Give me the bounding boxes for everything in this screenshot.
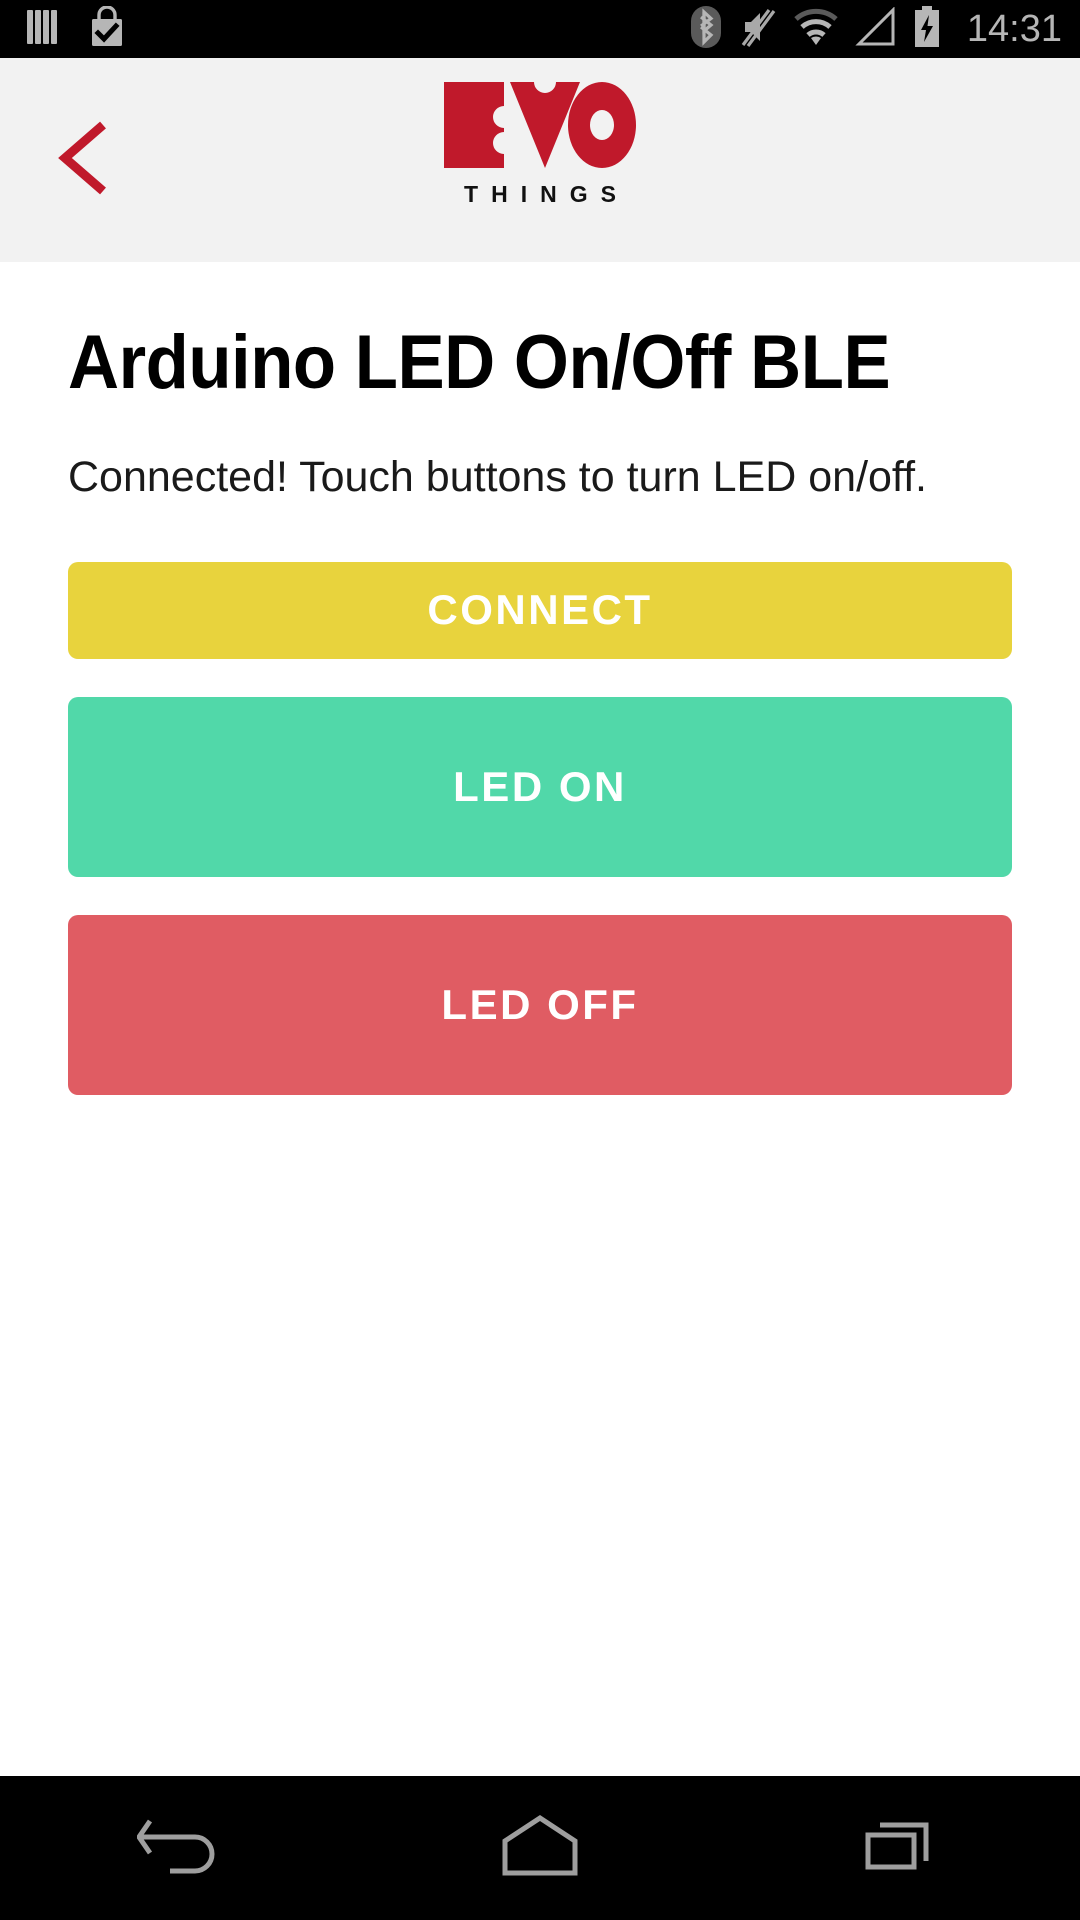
nav-back-icon — [135, 1815, 223, 1882]
status-bar-left-icons — [26, 4, 126, 53]
main-content: Arduino LED On/Off BLE Connected! Touch … — [0, 262, 1080, 1776]
status-bar-right-icons: 14:31 — [689, 5, 1062, 54]
evothings-subtitle: THINGS — [464, 181, 629, 207]
page-title: Arduino LED On/Off BLE — [68, 320, 891, 405]
shopping-bag-check-icon — [88, 4, 126, 53]
nav-home-button[interactable] — [440, 1776, 640, 1920]
library-books-icon — [26, 7, 64, 52]
wifi-icon — [793, 7, 839, 52]
volume-mute-icon — [739, 5, 777, 54]
evothings-logo: THINGS — [442, 80, 638, 208]
status-bar-clock: 14:31 — [966, 8, 1062, 50]
evo-wordmark-icon — [442, 80, 638, 175]
led-off-button[interactable]: LED OFF — [68, 914, 1012, 1095]
android-nav-bar — [0, 1776, 1080, 1920]
battery-charging-icon — [913, 5, 941, 54]
status-description: Connected! Touch buttons to turn LED on/… — [68, 452, 927, 501]
bluetooth-icon — [689, 5, 723, 54]
led-on-button[interactable]: LED ON — [68, 696, 1012, 877]
back-button[interactable] — [38, 115, 128, 205]
nav-back-button[interactable] — [80, 1776, 280, 1920]
phone-screen: 14:31 THINGS Arduino LED On/Off BLE Conn… — [0, 0, 1080, 1920]
app-header: THINGS — [0, 58, 1080, 262]
nav-recents-button[interactable] — [800, 1776, 1000, 1920]
cellular-signal-icon — [855, 5, 897, 52]
chevron-left-icon — [55, 119, 111, 202]
nav-recents-icon — [864, 1815, 936, 1882]
connect-button[interactable]: CONNECT — [68, 561, 1012, 659]
nav-home-icon — [501, 1814, 579, 1882]
status-bar: 14:31 — [0, 0, 1080, 58]
